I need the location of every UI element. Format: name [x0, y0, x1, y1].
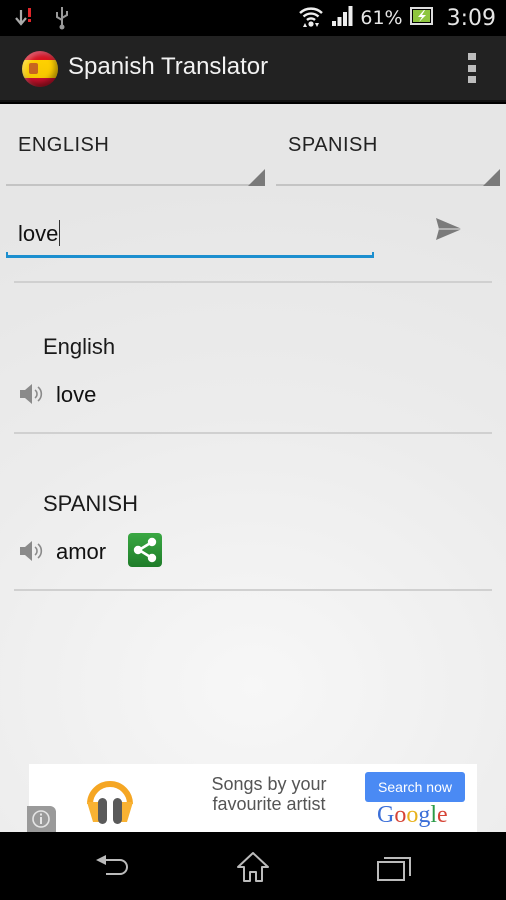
source-result-text: love — [56, 382, 97, 407]
text-input[interactable]: love — [6, 212, 374, 258]
dropdown-triangle-icon — [248, 169, 265, 186]
text-input-value: love — [18, 221, 59, 246]
dropdown-triangle-icon — [483, 169, 500, 186]
signal-icon — [331, 5, 353, 31]
divider — [14, 589, 492, 591]
send-icon — [436, 218, 462, 240]
home-icon — [237, 852, 269, 882]
share-button[interactable] — [128, 533, 162, 567]
recent-apps-icon — [377, 857, 411, 881]
text-caret — [59, 220, 61, 246]
share-icon — [133, 537, 157, 563]
google-logo-letter: o — [406, 802, 419, 828]
battery-percent: 61% — [360, 7, 403, 29]
google-logo-letter: G — [377, 802, 395, 828]
home-button[interactable] — [234, 850, 274, 884]
back-icon — [96, 855, 128, 875]
google-logo-letter: e — [437, 802, 448, 828]
target-result-text: amor — [56, 539, 107, 564]
main-content: ENGLISH SPANISH love English love SPANIS… — [0, 104, 506, 832]
target-language-spinner[interactable]: SPANISH — [276, 104, 500, 186]
speaker-icon[interactable] — [18, 381, 46, 407]
target-language-label: SPANISH — [288, 134, 378, 156]
status-bar: 61% 3:09 — [0, 0, 506, 36]
divider — [14, 432, 492, 434]
source-language-label: ENGLISH — [18, 134, 110, 156]
download-error-icon — [14, 7, 36, 33]
speaker-icon[interactable] — [18, 538, 46, 564]
spain-flag-icon — [22, 51, 58, 87]
divider — [14, 281, 492, 283]
battery-charging-icon — [409, 7, 434, 29]
google-logo-letter: o — [394, 802, 407, 828]
info-icon — [32, 810, 50, 828]
google-logo-letter: l — [430, 802, 438, 828]
usb-icon — [54, 6, 70, 34]
back-button[interactable] — [94, 850, 134, 884]
send-button[interactable] — [430, 212, 468, 246]
clock: 3:09 — [446, 5, 496, 31]
navigation-bar — [0, 832, 506, 900]
wifi-icon — [298, 4, 324, 32]
ad-text: Songs by your favourite artist — [211, 774, 327, 814]
recent-apps-button[interactable] — [376, 850, 416, 884]
google-logo-letter: g — [418, 802, 431, 828]
ad-search-now-button[interactable]: Search now — [365, 772, 465, 802]
overflow-menu-icon[interactable] — [468, 53, 476, 83]
ad-info-button[interactable] — [27, 806, 56, 832]
action-bar: Spanish Translator — [0, 36, 506, 102]
app-title: Spanish Translator — [68, 53, 269, 80]
source-result-label: English — [43, 334, 116, 359]
source-language-spinner[interactable]: ENGLISH — [6, 104, 265, 186]
ad-banner[interactable]: Songs by your favourite artist Search no… — [29, 764, 477, 832]
target-result-label: SPANISH — [43, 491, 138, 516]
google-logo: Google — [377, 802, 448, 829]
headphones-icon — [87, 781, 133, 824]
